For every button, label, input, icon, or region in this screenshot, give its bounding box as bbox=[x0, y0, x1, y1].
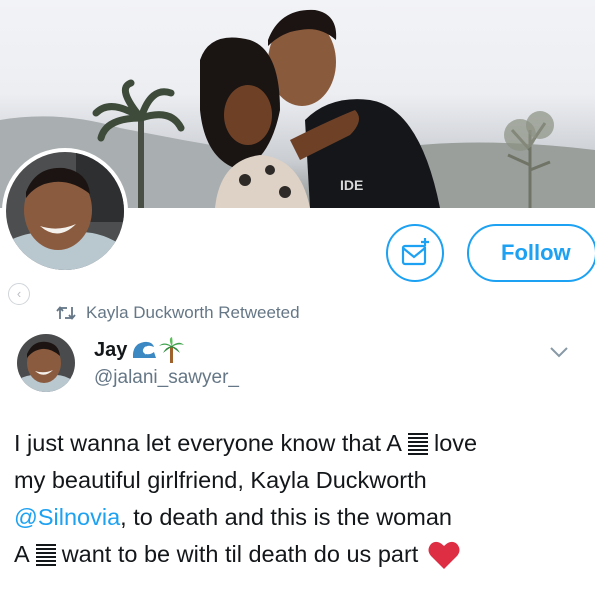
red-heart-icon bbox=[428, 541, 460, 569]
retweet-context[interactable]: Kayla Duckworth Retweeted bbox=[56, 300, 300, 326]
tweet-author-avatar[interactable] bbox=[17, 334, 75, 392]
tweet-text-segment: my beautiful girlfriend, Kayla Duckworth bbox=[14, 467, 427, 493]
chevron-down-icon[interactable] bbox=[549, 346, 569, 358]
tweet-author-display-name[interactable]: Jay bbox=[94, 339, 127, 362]
water-wave-icon bbox=[133, 341, 157, 358]
tweet-author-name-row[interactable]: Jay bbox=[94, 336, 185, 364]
scroll-left-icon[interactable]: ‹ bbox=[8, 283, 30, 305]
tweet-text-segment: I just wanna let everyone know that A bbox=[14, 430, 402, 456]
retweet-context-text: Kayla Duckworth Retweeted bbox=[86, 303, 300, 322]
tweet-text: I just wanna let everyone know that A lo… bbox=[14, 425, 584, 573]
mention-link[interactable]: @Silnovia bbox=[14, 499, 120, 536]
profile-avatar[interactable] bbox=[2, 148, 128, 274]
tweet-line-3: @Silnovia , to death and this is the wom… bbox=[14, 499, 584, 536]
tweet-line-2: my beautiful girlfriend, Kayla Duckworth bbox=[14, 462, 584, 499]
tweet-text-segment: love bbox=[433, 430, 478, 456]
tweet-text-segment: A bbox=[14, 541, 30, 567]
profile-avatar-image bbox=[6, 152, 124, 270]
retweet-icon bbox=[56, 306, 76, 320]
direct-message-button[interactable] bbox=[386, 224, 444, 282]
barcode-glyph-icon bbox=[407, 432, 428, 455]
tweet-line-1: I just wanna let everyone know that A lo… bbox=[14, 425, 584, 462]
barcode-glyph-icon bbox=[35, 543, 56, 566]
tweet-text-segment: , to death and this is the woman bbox=[120, 504, 452, 530]
mail-plus-icon bbox=[401, 238, 429, 266]
tweet-author-handle[interactable]: @jalani_sawyer_ bbox=[94, 367, 239, 389]
svg-text:IDE: IDE bbox=[340, 177, 363, 193]
tweet-line-4: A want to be with til death do us part bbox=[14, 536, 584, 573]
palm-tree-icon bbox=[159, 337, 185, 363]
tweet-text-segment: want to be with til death do us part bbox=[61, 541, 419, 567]
follow-button[interactable]: Follow bbox=[467, 224, 595, 282]
tweet-author-avatar-image bbox=[17, 334, 75, 392]
